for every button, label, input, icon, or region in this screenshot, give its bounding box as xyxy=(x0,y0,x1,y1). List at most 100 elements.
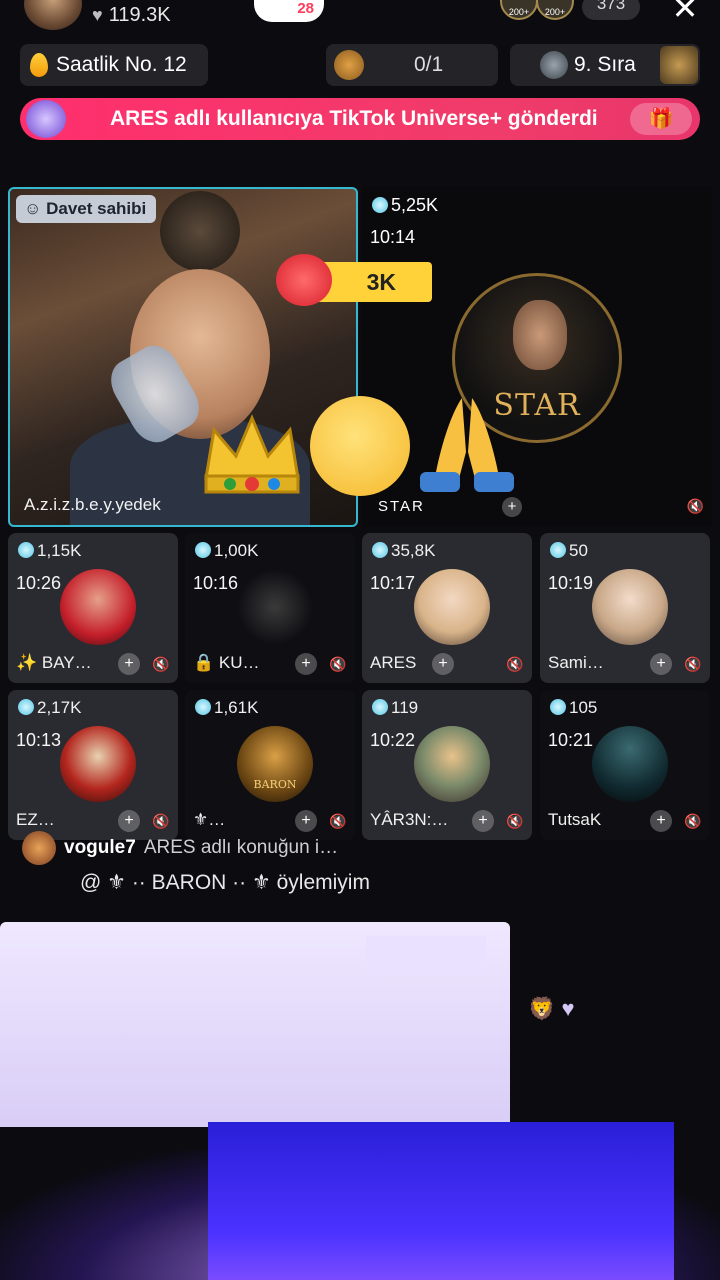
viewer-avatar[interactable]: 200+ xyxy=(536,0,574,20)
guest-tile[interactable]: 2,17K 10:13 EZ… + 🔇 xyxy=(8,690,178,840)
gift-banner[interactable]: ARES adlı kullanıcıya TikTok Universe+ g… xyxy=(20,98,700,140)
guest-avatar xyxy=(414,569,490,645)
tile-name: TutsaK xyxy=(548,810,602,829)
comment-avatar[interactable] xyxy=(22,831,56,865)
blurred-overlay-tab xyxy=(366,936,486,976)
guest-tile[interactable]: 35,8K 10:17 ARES + 🔇 xyxy=(362,533,532,683)
smiling-face-icon xyxy=(310,396,410,496)
gift-overlay: 3K xyxy=(276,254,432,306)
guest-avatar xyxy=(60,726,136,802)
tile-score-value: 1,00K xyxy=(214,541,259,560)
heart-gift-icon xyxy=(276,254,332,306)
rank-pill[interactable]: 9. Sıra xyxy=(510,44,700,86)
baron-logo-text: BARON xyxy=(253,778,297,791)
mention-comment: @ ⚜ ·· BARON ·· ⚜ öylemiyim xyxy=(80,871,370,894)
plus-icon[interactable]: + xyxy=(118,653,140,675)
tile-score: 2,17K xyxy=(18,698,81,718)
gift-icon[interactable]: 🎁 xyxy=(630,103,692,135)
guest-tile[interactable]: 119 10:22 YÂR3N:… + 🔇 xyxy=(362,690,532,840)
tile-score-value: 35,8K xyxy=(391,541,436,560)
guest-avatar xyxy=(592,726,668,802)
guest-avatar xyxy=(60,569,136,645)
guest-tile[interactable]: 1,61K BARON ⚜… + 🔇 xyxy=(185,690,355,840)
likes-counter: ♥ 119.3K xyxy=(92,4,171,27)
purple-gift-effect xyxy=(208,1122,674,1280)
tile-time: 10:21 xyxy=(548,730,594,750)
comment-username[interactable]: vogule7 xyxy=(64,837,136,859)
gift-count-pill[interactable]: 28 xyxy=(254,0,324,22)
guest-avatar xyxy=(592,569,668,645)
tile-score-value: 50 xyxy=(569,541,588,560)
reaction-emojis: 🦁 ♥ xyxy=(528,996,575,1021)
tile-score-value: 1,61K xyxy=(214,698,259,717)
tile-name: 🔒 KU… xyxy=(193,653,260,672)
lion-icon xyxy=(334,50,364,80)
tile-name: ⚜… xyxy=(193,810,226,829)
hourly-rank-text: Saatlik No. 12 xyxy=(56,53,187,76)
mute-icon: 🔇 xyxy=(684,656,702,672)
battle-score: 0/1 xyxy=(414,53,444,76)
tile-score-value: 1,15K xyxy=(37,541,82,560)
rank-badge-icon xyxy=(660,46,698,84)
host-name: A.z.i.z.b.e.y.yedek xyxy=(24,495,161,514)
tile-score: 5,25K xyxy=(372,195,438,216)
coin-icon xyxy=(195,699,211,715)
guest-tile[interactable]: 1,15K 10:26 ✨ BAY… + 🔇 xyxy=(8,533,178,683)
tile-name: Sami… xyxy=(548,653,604,672)
mute-icon: 🔇 xyxy=(506,813,524,829)
plus-icon[interactable]: + xyxy=(650,653,672,675)
tile-time: 10:19 xyxy=(548,573,594,593)
tile-score: 119 xyxy=(372,698,418,718)
tile-time: 10:26 xyxy=(16,573,62,593)
mute-icon: 🔇 xyxy=(152,813,170,829)
tile-score: 35,8K xyxy=(372,541,435,561)
plus-icon[interactable]: + xyxy=(650,810,672,832)
mute-icon: 🔇 xyxy=(686,498,704,514)
coin-icon xyxy=(18,699,34,715)
plus-icon[interactable]: + xyxy=(502,497,522,517)
crown-icon xyxy=(204,414,300,494)
viewer-avatar[interactable]: 200+ xyxy=(500,0,538,20)
tile-name: STAR xyxy=(378,498,425,515)
invite-owner-badge: ☺ Davet sahibi xyxy=(16,195,157,223)
hourly-rank-pill[interactable]: Saatlik No. 12 xyxy=(20,44,208,86)
guest-tile[interactable]: 105 10:21 TutsaK + 🔇 xyxy=(540,690,710,840)
host-video-tile[interactable]: ☺ Davet sahibi A.z.i.z.b.e.y.yedek xyxy=(8,187,358,527)
tile-name: ARES xyxy=(370,653,417,672)
universe-gift-icon xyxy=(26,100,66,138)
battle-pill[interactable]: 0/1 xyxy=(326,44,498,86)
coin-icon xyxy=(18,542,34,558)
guest-avatar xyxy=(237,569,313,645)
tile-score: 105 xyxy=(550,698,597,718)
tile-time: 10:22 xyxy=(370,730,416,750)
mute-icon: 🔇 xyxy=(329,656,347,672)
guest-tile[interactable]: 1,00K 10:16 🔒 KU… + 🔇 xyxy=(185,533,355,683)
close-icon[interactable]: ✕ xyxy=(668,0,702,28)
tile-name: ✨ BAY… xyxy=(16,653,92,672)
mute-icon: 🔇 xyxy=(684,813,702,829)
tile-time: 10:14 xyxy=(370,227,416,247)
star-face xyxy=(513,300,567,370)
coin-icon xyxy=(550,542,566,558)
mute-icon: 🔇 xyxy=(152,656,170,672)
comment-row[interactable]: vogule7 ARES adlı konuğun i… xyxy=(22,830,422,866)
mute-icon: 🔇 xyxy=(506,656,524,672)
top-bar: ♥ 119.3K 28 200+ 200+ 373 ✕ xyxy=(0,0,720,36)
flame-icon xyxy=(30,53,48,77)
plus-icon[interactable]: + xyxy=(472,810,494,832)
tile-time: 10:16 xyxy=(193,573,239,593)
plus-icon[interactable]: + xyxy=(118,810,140,832)
plus-icon[interactable]: + xyxy=(432,653,454,675)
gift-count: 28 xyxy=(297,0,314,17)
viewer-count[interactable]: 373 xyxy=(582,0,640,20)
tile-score: 1,00K xyxy=(195,541,258,561)
comment-text: ARES adlı konuğun i… xyxy=(143,837,339,858)
guest-tile[interactable]: 50 10:19 Sami… + 🔇 xyxy=(540,533,710,683)
tile-score-value: 119 xyxy=(391,698,419,717)
plus-icon[interactable]: + xyxy=(295,810,317,832)
rank-text: 9. Sıra xyxy=(574,53,636,76)
plus-icon[interactable]: + xyxy=(295,653,317,675)
host-avatar[interactable] xyxy=(24,0,82,30)
top-viewers[interactable]: 200+ 200+ xyxy=(500,0,580,20)
mute-icon: 🔇 xyxy=(329,813,347,829)
